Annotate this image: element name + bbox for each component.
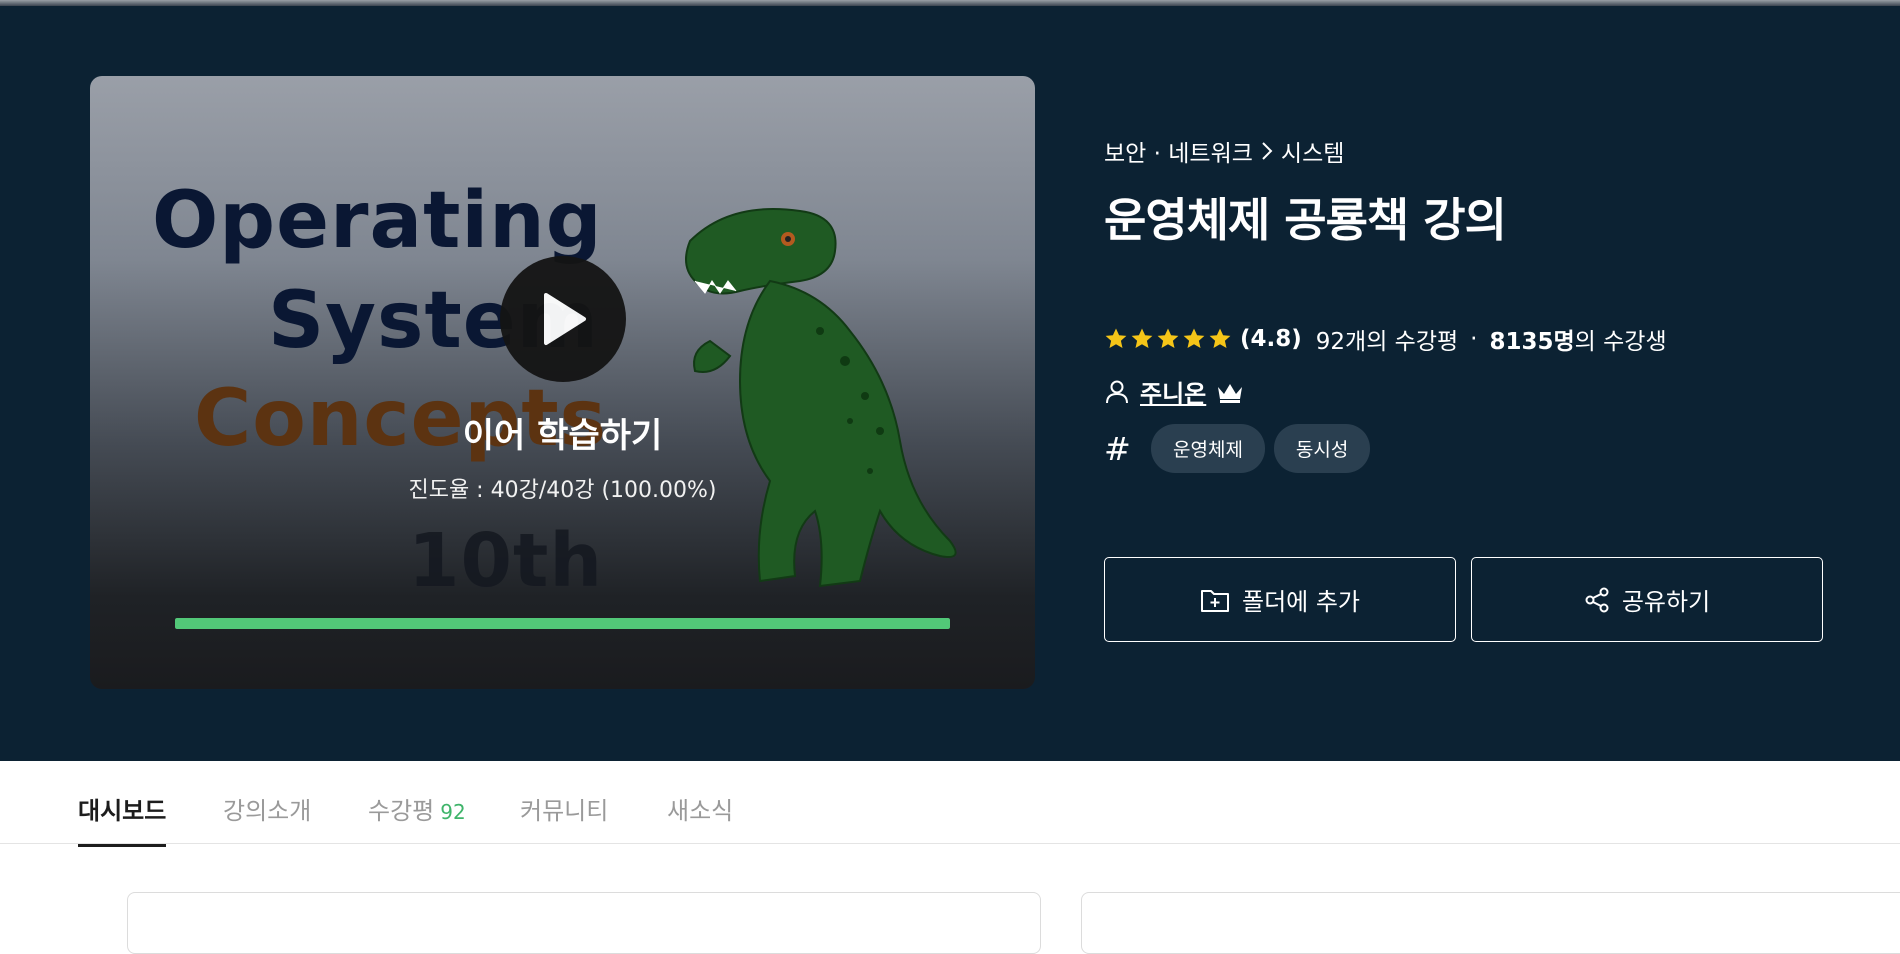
student-count-suffix: 의 수강생 <box>1574 329 1667 355</box>
rating-row: (4.8) 92개의 수강평 · 8135명 의 수강생 <box>1104 322 1667 356</box>
share-label: 공유하기 <box>1621 588 1711 616</box>
crown-icon <box>1218 383 1243 403</box>
folder-plus-icon <box>1200 589 1229 612</box>
tab-news[interactable]: 새소식 <box>667 791 733 844</box>
tab-dashboard[interactable]: 대시보드 <box>78 791 167 847</box>
tags-row: # 운영체제 동시성 <box>1104 424 1371 473</box>
play-icon <box>544 293 586 345</box>
cover-title-line-1: Operating <box>152 176 603 266</box>
resume-learning-label[interactable]: 이어 학습하기 <box>90 408 1035 457</box>
cover-edition: 10th <box>408 518 604 604</box>
star-icon <box>1131 328 1153 348</box>
chevron-right-icon <box>1262 142 1273 160</box>
tab-introduction[interactable]: 강의소개 <box>223 791 311 844</box>
dinosaur-illustration <box>685 208 957 588</box>
share-icon <box>1585 587 1609 612</box>
course-tabs: 대시보드 강의소개 수강평 92 커뮤니티 새소식 <box>0 761 1900 847</box>
rating-score: (4.8) <box>1240 326 1302 352</box>
add-to-folder-button[interactable]: 폴더에 추가 <box>1104 557 1456 642</box>
tab-community[interactable]: 커뮤니티 <box>520 791 608 844</box>
course-hero: Operating System Concepts 10th 이어 학습하기 진 <box>0 6 1900 761</box>
tab-reviews[interactable]: 수강평 92 <box>368 791 466 844</box>
tag-chip[interactable]: 운영체제 <box>1151 424 1265 473</box>
student-count: 8135명 <box>1489 329 1575 355</box>
star-icon <box>1183 328 1205 348</box>
user-icon <box>1106 380 1128 403</box>
progress-bar <box>175 618 950 629</box>
tab-label: 새소식 <box>667 797 734 825</box>
play-button[interactable] <box>500 256 626 382</box>
hashtag-icon: # <box>1104 429 1131 468</box>
add-to-folder-label: 폴더에 추가 <box>1241 588 1361 616</box>
tab-label: 커뮤니티 <box>520 797 609 825</box>
separator-dot: · <box>1470 326 1478 352</box>
course-title: 운영체제 공룡책 강의 <box>1104 193 1507 247</box>
progress-bar-fill <box>175 618 950 629</box>
star-icon <box>1105 328 1127 348</box>
breadcrumb-subcategory[interactable]: 시스템 <box>1281 134 1344 168</box>
course-video-thumbnail[interactable]: Operating System Concepts 10th 이어 학습하기 진 <box>90 76 1035 689</box>
star-rating <box>1104 327 1232 351</box>
star-icon <box>1157 328 1179 348</box>
tag-chip[interactable]: 동시성 <box>1273 424 1371 473</box>
breadcrumb: 보안 · 네트워크 시스템 <box>1104 134 1344 168</box>
tab-label: 수강평 <box>368 797 435 825</box>
review-count[interactable]: 92개의 수강평 <box>1316 322 1458 356</box>
tab-label: 대시보드 <box>78 797 167 825</box>
instructor-row: 주니온 <box>1104 374 1244 409</box>
progress-rate-text: 진도율 : 40강/40강 (100.00%) <box>408 478 717 503</box>
dashboard-card <box>127 892 1041 954</box>
share-button[interactable]: 공유하기 <box>1471 557 1823 642</box>
tab-label: 강의소개 <box>223 797 312 825</box>
star-icon <box>1209 328 1231 348</box>
dashboard-card <box>1081 892 1900 954</box>
instructor-name[interactable]: 주니온 <box>1140 374 1206 409</box>
review-count-badge: 92 <box>440 800 466 824</box>
breadcrumb-category[interactable]: 보안 · 네트워크 <box>1104 134 1253 168</box>
